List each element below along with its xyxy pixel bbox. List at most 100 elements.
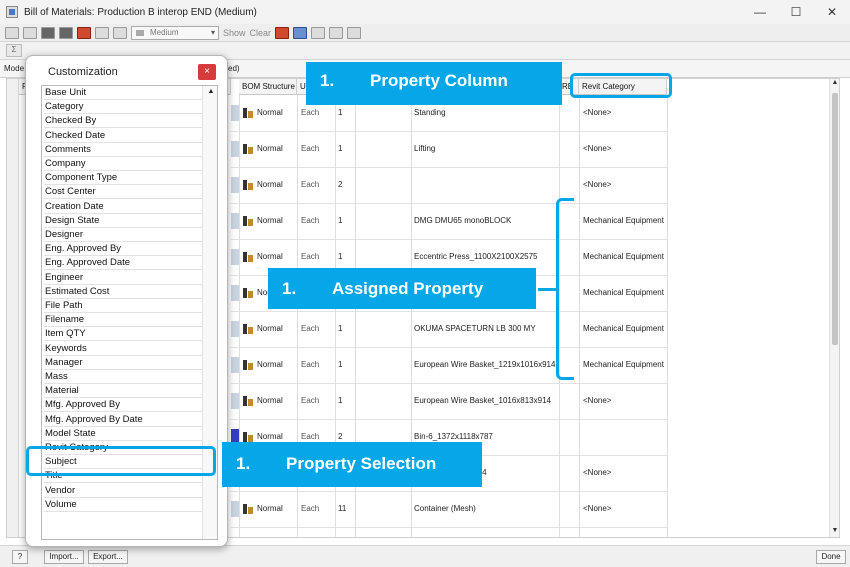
close-window-button[interactable]: ✕	[814, 0, 850, 24]
description-cell[interactable]: DMG DMU65 monoBLOCK	[414, 216, 511, 225]
unit-cell[interactable]: Each	[301, 252, 319, 261]
bom-structure-cell[interactable]: Normal	[243, 144, 283, 154]
unit-cell[interactable]: Each	[301, 432, 319, 441]
bom-structure-cell[interactable]: Normal	[243, 360, 283, 370]
property-item[interactable]: Creation Date	[44, 200, 202, 214]
unit-cell[interactable]: Each	[301, 324, 319, 333]
property-item[interactable]: Item QTY	[44, 327, 202, 342]
flag-icon[interactable]	[275, 26, 290, 39]
help-icon[interactable]: ?	[12, 550, 28, 564]
property-item[interactable]: Design State	[44, 214, 202, 228]
property-item[interactable]: Component Type	[44, 171, 202, 186]
bom-structure-cell[interactable]: Normal	[243, 216, 283, 226]
revit-category-cell[interactable]: Mechanical Equipment	[583, 324, 664, 333]
revit-category-cell[interactable]: <None>	[583, 396, 611, 405]
description-cell[interactable]: Lifting	[414, 144, 435, 153]
qty-cell[interactable]: 1	[338, 396, 342, 405]
qty-cell[interactable]: 2	[338, 180, 342, 189]
property-item[interactable]: Company	[44, 157, 202, 171]
unit-cell[interactable]: Each	[301, 180, 319, 189]
gear-icon[interactable]	[293, 26, 308, 39]
qty-cell[interactable]: 2	[338, 432, 342, 441]
doc-icon[interactable]	[95, 26, 109, 39]
sort-icon[interactable]	[347, 26, 362, 39]
property-item[interactable]: Estimated Cost	[44, 285, 202, 299]
grid-scrollbar[interactable]: ▲ ▼	[829, 79, 839, 537]
scroll-up-icon[interactable]: ▲	[205, 88, 217, 100]
revit-category-cell[interactable]: Mechanical Equipment	[583, 252, 664, 261]
revit-category-cell[interactable]: <None>	[583, 180, 611, 189]
property-item[interactable]: Eng. Approved By	[44, 242, 202, 257]
tab-model-data[interactable]: Mode	[4, 64, 24, 73]
description-cell[interactable]: Standing	[414, 108, 446, 117]
bom-structure-cell[interactable]: Normal	[243, 252, 283, 262]
revit-category-cell[interactable]: Mechanical Equipment	[583, 216, 664, 225]
maximize-button[interactable]: ☐	[778, 0, 814, 24]
unit-cell[interactable]: Each	[301, 216, 319, 225]
revit-category-cell[interactable]: <None>	[583, 144, 611, 153]
sum-icon[interactable]: Σ	[6, 44, 22, 57]
property-item[interactable]: Designer	[44, 228, 202, 242]
export-icon[interactable]	[329, 26, 344, 39]
property-item[interactable]: Mfg. Approved By Date	[44, 413, 202, 427]
property-item[interactable]: Manager	[44, 356, 202, 370]
sort-up-icon[interactable]	[41, 26, 55, 39]
property-item[interactable]: Mfg. Approved By	[44, 398, 202, 413]
book-icon[interactable]	[77, 26, 91, 39]
bom-structure-cell[interactable]: Nor	[243, 288, 270, 298]
property-item[interactable]: Material	[44, 384, 202, 399]
revit-category-cell[interactable]: Mechanical Equipment	[583, 360, 664, 369]
property-item[interactable]: Engineer	[44, 271, 202, 285]
col-header-bom-structure[interactable]: BOM Structure	[239, 79, 297, 95]
show-button[interactable]: Show	[223, 28, 246, 38]
structure-icon[interactable]	[113, 26, 127, 39]
revit-category-cell[interactable]: <None>	[583, 468, 611, 477]
qty-cell[interactable]: 1	[338, 252, 342, 261]
property-item[interactable]: Model State	[44, 427, 202, 441]
revit-category-cell[interactable]: Mechanical Equipment	[583, 288, 664, 297]
bom-structure-cell[interactable]: Normal	[243, 504, 283, 514]
property-item[interactable]: Vendor	[44, 484, 202, 498]
unit-cell[interactable]: Each	[301, 360, 319, 369]
level-select[interactable]: Medium ▾	[131, 25, 219, 40]
property-item[interactable]: Comments	[44, 143, 202, 157]
qty-cell[interactable]: 1	[338, 144, 342, 153]
description-cell[interactable]: European Wire Basket_1016x813x914	[414, 396, 551, 405]
export-button[interactable]: Export...	[88, 550, 128, 564]
property-item[interactable]: Eng. Approved Date	[44, 256, 202, 271]
edit-icon[interactable]	[23, 26, 37, 39]
scroll-down-icon[interactable]: ▼	[830, 527, 839, 537]
property-item[interactable]: Checked By	[44, 114, 202, 129]
scroll-thumb[interactable]	[832, 93, 838, 345]
grid-icon[interactable]	[5, 26, 19, 39]
cube-icon[interactable]	[311, 26, 326, 39]
unit-cell[interactable]: Each	[301, 108, 319, 117]
unit-cell[interactable]: Each	[301, 396, 319, 405]
property-item[interactable]: Keywords	[44, 342, 202, 356]
qty-cell[interactable]: 1	[338, 324, 342, 333]
bom-structure-cell[interactable]: Normal	[243, 432, 283, 442]
sort-down-icon[interactable]	[59, 26, 73, 39]
property-item[interactable]: Mass	[44, 370, 202, 384]
clear-button[interactable]: Clear	[250, 28, 272, 38]
bom-structure-cell[interactable]: Normal	[243, 108, 283, 118]
bom-structure-cell[interactable]: Normal	[243, 180, 283, 190]
description-cell[interactable]: Eccentric Press_1100X2100X2575	[414, 252, 538, 261]
revit-category-cell[interactable]: <None>	[583, 108, 611, 117]
description-cell[interactable]: Bin-6_1372x1118x787	[414, 432, 493, 441]
import-button[interactable]: Import...	[44, 550, 84, 564]
minimize-button[interactable]: —	[742, 0, 778, 24]
bom-structure-cell[interactable]: Normal	[243, 396, 283, 406]
qty-cell[interactable]: 1	[338, 360, 342, 369]
property-item[interactable]: File Path	[44, 299, 202, 313]
description-cell[interactable]: European Wire Basket_1219x1016x914	[414, 360, 555, 369]
property-item[interactable]: Filename	[44, 313, 202, 328]
description-cell[interactable]: Container (Mesh)	[414, 504, 476, 513]
property-item[interactable]: Cost Center	[44, 185, 202, 200]
bom-structure-cell[interactable]: Normal	[243, 324, 283, 334]
qty-cell[interactable]: 11	[338, 504, 346, 513]
revit-category-cell[interactable]: <None>	[583, 504, 611, 513]
unit-cell[interactable]: Each	[301, 144, 319, 153]
property-item[interactable]: Category	[44, 100, 202, 115]
property-item[interactable]: Checked Date	[44, 129, 202, 143]
